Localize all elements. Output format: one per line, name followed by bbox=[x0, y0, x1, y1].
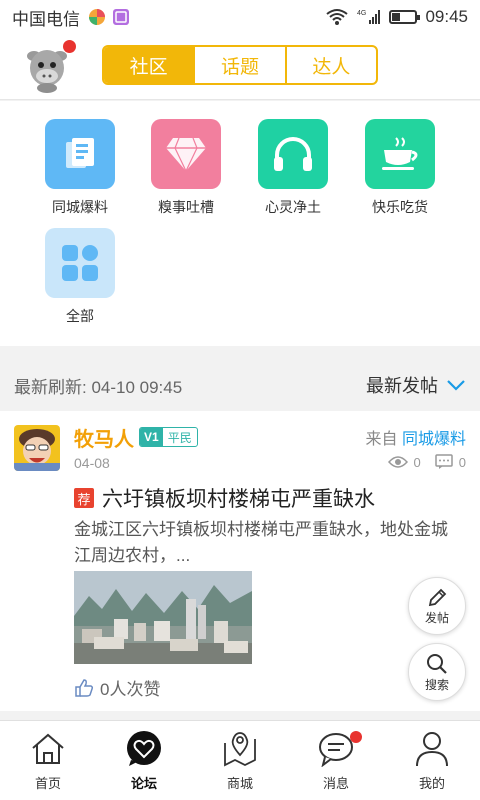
category-soul[interactable]: 心灵净土 bbox=[238, 119, 348, 217]
post-author-name[interactable]: 牧马人 bbox=[74, 423, 134, 452]
category-label: 快乐吃货 bbox=[372, 199, 428, 215]
category-label: 同城爆料 bbox=[52, 199, 108, 215]
pencil-icon bbox=[428, 588, 447, 606]
teacup-icon bbox=[365, 119, 435, 189]
new-post-button[interactable]: 发帖 bbox=[408, 577, 466, 635]
recommended-tag: 荐 bbox=[74, 488, 94, 508]
comment-icon bbox=[435, 454, 453, 469]
tab-community[interactable]: 社区 bbox=[104, 47, 196, 83]
sort-label: 最新发帖 bbox=[366, 376, 438, 396]
nav-forum[interactable]: 论坛 bbox=[96, 721, 192, 800]
view-count: 0 bbox=[413, 454, 421, 470]
map-pin-icon bbox=[221, 729, 259, 769]
headphones-icon bbox=[258, 119, 328, 189]
news-icon bbox=[45, 119, 115, 189]
post-date: 04-08 bbox=[74, 455, 110, 471]
post-author-avatar[interactable] bbox=[14, 425, 60, 471]
forum-icon bbox=[125, 729, 163, 769]
svg-text:4G: 4G bbox=[357, 10, 366, 17]
notification-dot bbox=[63, 40, 76, 53]
battery-icon bbox=[389, 10, 421, 24]
nav-label: 消息 bbox=[322, 776, 349, 791]
post-stats: 0 0 bbox=[387, 454, 466, 470]
feed-toolbar: 最新刷新: 04-10 09:45 最新发帖 bbox=[0, 360, 480, 410]
like-count: 0人次赞 bbox=[100, 680, 161, 699]
thumbs-up-icon bbox=[75, 678, 94, 697]
user-icon bbox=[415, 729, 449, 769]
search-button[interactable]: 搜索 bbox=[408, 643, 466, 701]
nav-label: 商城 bbox=[226, 776, 253, 791]
user-level-badge: V1 平民 bbox=[139, 427, 198, 447]
nav-messages[interactable]: 消息 bbox=[288, 721, 384, 800]
nav-home[interactable]: 首页 bbox=[0, 721, 96, 800]
user-avatar[interactable] bbox=[20, 40, 76, 94]
top-header: 社区 话题 达人 bbox=[0, 34, 480, 100]
category-complaints[interactable]: 糗事吐槽 bbox=[131, 119, 241, 217]
post-source: 来自 同城爆料 bbox=[366, 425, 466, 449]
clock: 09:45 bbox=[425, 7, 468, 26]
gallery-icon bbox=[113, 9, 129, 25]
post-image[interactable] bbox=[74, 571, 252, 664]
tab-topics[interactable]: 话题 bbox=[195, 47, 287, 83]
eye-icon bbox=[387, 456, 408, 468]
nav-label: 我的 bbox=[418, 776, 445, 791]
wifi-icon bbox=[326, 9, 349, 25]
pinwheel-icon bbox=[89, 9, 105, 25]
tab-experts[interactable]: 达人 bbox=[287, 47, 376, 83]
like-button[interactable]: 0人次赞 bbox=[74, 675, 160, 700]
category-all[interactable]: 全部 bbox=[25, 228, 135, 326]
post-title-row[interactable]: 荐 六圩镇板坝村楼梯屯严重缺水 bbox=[74, 483, 375, 513]
nav-label: 首页 bbox=[34, 776, 61, 791]
sort-dropdown[interactable]: 最新发帖 bbox=[366, 372, 466, 398]
vip-badge: V1 bbox=[140, 428, 163, 446]
category-city-news[interactable]: 同城爆料 bbox=[25, 119, 135, 217]
home-icon bbox=[31, 729, 65, 769]
last-refresh-time: 最新刷新: 04-10 09:45 bbox=[14, 377, 183, 397]
source-link[interactable]: 同城爆料 bbox=[402, 431, 466, 448]
grid-icon bbox=[45, 228, 115, 298]
level-name: 平民 bbox=[167, 430, 192, 445]
category-label: 心灵净土 bbox=[265, 199, 321, 215]
search-icon bbox=[427, 653, 447, 674]
category-foodie[interactable]: 快乐吃货 bbox=[345, 119, 455, 217]
status-bar: 中国电信 4G 09:45 bbox=[0, 0, 480, 34]
nav-mall[interactable]: 商城 bbox=[192, 721, 288, 800]
search-label: 搜索 bbox=[424, 677, 449, 692]
nav-profile[interactable]: 我的 bbox=[384, 721, 480, 800]
carrier-name: 中国电信 bbox=[12, 9, 80, 29]
bottom-nav: 首页 论坛 商城 消息 我的 bbox=[0, 720, 480, 800]
diamond-icon bbox=[151, 119, 221, 189]
new-post-label: 发帖 bbox=[424, 610, 449, 625]
source-prefix: 来自 bbox=[365, 431, 398, 448]
chevron-down-icon bbox=[447, 380, 465, 391]
category-label: 全部 bbox=[66, 308, 94, 324]
category-label: 糗事吐槽 bbox=[158, 199, 214, 215]
header-tabs: 社区 话题 达人 bbox=[102, 45, 378, 85]
post-title: 六圩镇板坝村楼梯屯严重缺水 bbox=[102, 488, 375, 511]
comment-count: 0 bbox=[458, 454, 466, 470]
category-panel: 同城爆料 糗事吐槽 心灵净土 快乐吃货 全部 bbox=[0, 101, 480, 346]
nav-label: 论坛 bbox=[130, 776, 157, 791]
post-excerpt: 金城江区六圩镇板坝村楼梯屯严重缺水，地处金城江周边农村，... bbox=[74, 520, 448, 565]
unread-badge bbox=[350, 731, 362, 743]
signal-icon: 4G bbox=[357, 10, 381, 24]
